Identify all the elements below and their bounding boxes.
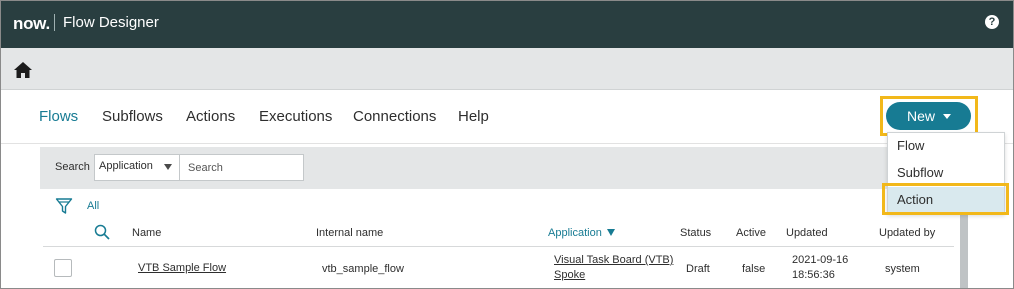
application-link[interactable]: Visual Task Board (VTB) Spoke [554,253,673,283]
servicenow-logo[interactable]: now. [13,14,50,34]
tab-connections[interactable]: Connections [353,108,436,125]
funnel-filter-icon[interactable] [55,197,73,215]
active-cell: false [742,263,766,275]
application-line-1: Visual Task Board (VTB) [554,254,674,266]
new-button[interactable]: New [886,102,971,130]
application-line-2: Spoke [554,269,586,281]
column-header-application-label: Application [548,227,602,239]
column-header-name[interactable]: Name [132,227,161,239]
filter-all-link[interactable]: All [87,200,99,212]
column-header-application[interactable]: Application [548,227,615,239]
column-header-internal-name[interactable]: Internal name [316,227,383,239]
column-header-status[interactable]: Status [680,227,711,239]
status-cell: Draft [686,263,710,275]
column-header-active[interactable]: Active [736,227,766,239]
updated-cell: 2021-09-16 18:56:36 [792,253,848,283]
table-header-divider [43,246,954,247]
updated-by-cell: system [885,263,920,275]
header-divider [54,14,55,31]
sort-descending-icon [606,229,615,236]
search-field-value: Application [99,160,153,172]
column-header-updated[interactable]: Updated [786,227,828,239]
internal-name-cell: vtb_sample_flow [322,263,404,275]
tab-actions[interactable]: Actions [186,108,235,125]
question-circle-icon[interactable]: ? [985,15,999,29]
action-item-highlight [882,183,1009,215]
tab-subflows[interactable]: Subflows [102,108,163,125]
column-header-updated-by[interactable]: Updated by [879,227,935,239]
new-button-label: New [907,108,936,124]
top-header: now. Flow Designer ? [1,1,1013,48]
flow-name-link[interactable]: VTB Sample Flow [138,262,226,274]
updated-date: 2021-09-16 [792,254,849,266]
search-label: Search [55,161,90,173]
tab-flows[interactable]: Flows [39,108,78,125]
tab-executions[interactable]: Executions [259,108,332,125]
search-icon[interactable] [94,224,110,240]
menu-item-flow[interactable]: Flow [888,133,1004,159]
app-title: Flow Designer [63,14,159,31]
app-window: now. Flow Designer ? Flows Subflows Acti… [0,0,1014,289]
row-checkbox[interactable] [54,259,72,277]
updated-time: 18:56:36 [792,269,835,281]
caret-down-icon [943,114,951,119]
home-bar [1,48,1013,90]
caret-down-icon [164,164,172,170]
tab-help[interactable]: Help [458,108,489,125]
home-icon[interactable] [13,61,33,79]
search-input[interactable] [179,154,304,181]
